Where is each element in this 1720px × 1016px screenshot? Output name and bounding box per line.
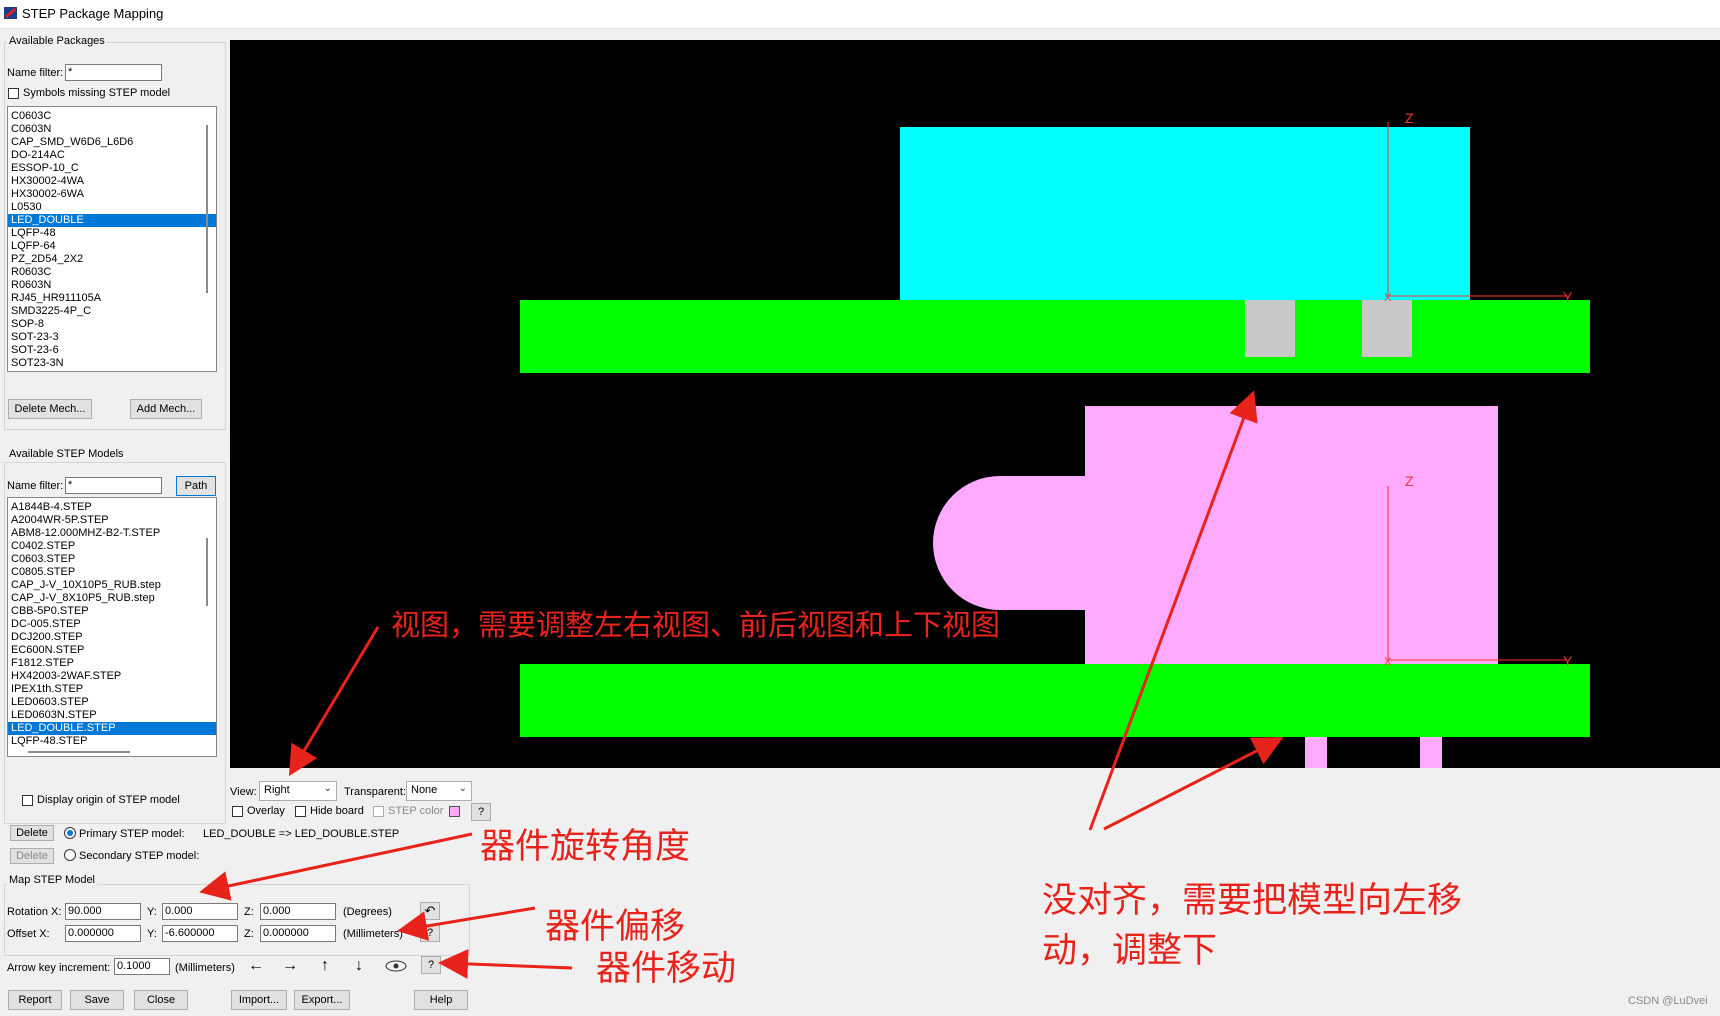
annotation-arrows xyxy=(199,390,1284,979)
align-note-arrow-down xyxy=(1103,737,1284,831)
move-annotation: 器件移动 xyxy=(596,949,737,989)
align-annotation-line1: 没对齐，需要把模型向左移 xyxy=(1042,881,1463,921)
rotation-note-arrow xyxy=(199,832,473,901)
view-note-arrow xyxy=(288,626,380,777)
offset-note-arrow xyxy=(397,906,536,941)
align-annotation-line2: 动，调整下 xyxy=(1042,931,1218,971)
view-annotation: 视图，需要调整左右视图、前后视图和上下视图 xyxy=(391,608,1001,642)
rotation-annotation: 器件旋转角度 xyxy=(480,827,691,867)
move-note-arrow xyxy=(438,948,573,979)
